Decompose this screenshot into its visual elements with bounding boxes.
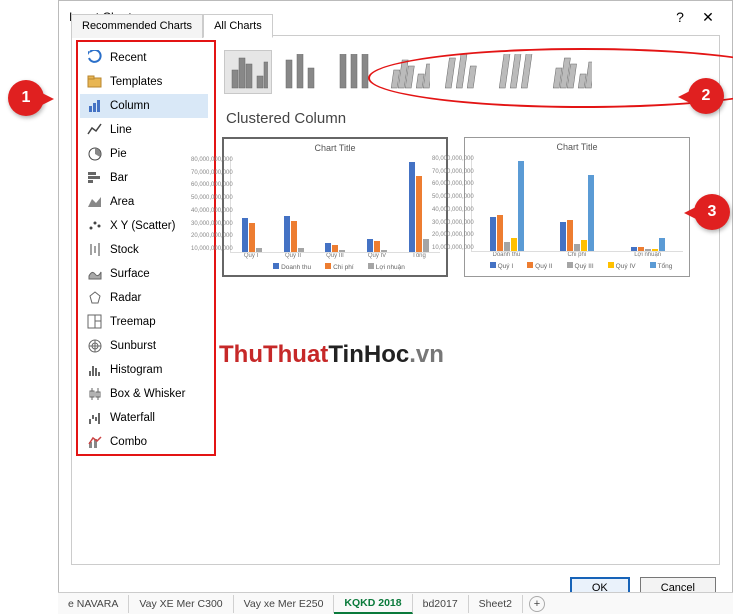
- help-button[interactable]: ?: [666, 9, 694, 25]
- insert-chart-dialog: Insert Chart ? ✕ Recommended Charts All …: [58, 0, 733, 610]
- chart-preview-1[interactable]: Chart Title 80,000,000,00070,000,000,0006…: [464, 137, 690, 277]
- annotation-callout-1: 1: [8, 80, 44, 116]
- new-sheet-button[interactable]: +: [529, 596, 545, 612]
- subtype-0[interactable]: [224, 50, 272, 94]
- category-bar[interactable]: Bar: [80, 166, 208, 190]
- waterfall-icon: [86, 409, 104, 427]
- column-icon: [86, 97, 104, 115]
- chart-category-list: Recent Templates Column Line Pie Bar Area X Y (…: [80, 46, 208, 454]
- category-sunburst[interactable]: Sunburst: [80, 334, 208, 358]
- category-recent[interactable]: Recent: [80, 46, 208, 70]
- category-label: Area: [110, 196, 134, 208]
- category-label: Box & Whisker: [110, 388, 185, 400]
- close-button[interactable]: ✕: [694, 9, 722, 26]
- subtype-1[interactable]: [278, 50, 326, 94]
- category-label: Pie: [110, 148, 127, 160]
- category-stock[interactable]: Stock: [80, 238, 208, 262]
- chart-preview-0[interactable]: Chart Title 80,000,000,00070,000,000,0006…: [222, 137, 448, 277]
- category-label: Recent: [110, 52, 146, 64]
- category-area[interactable]: Area: [80, 190, 208, 214]
- category-boxwhisker[interactable]: Box & Whisker: [80, 382, 208, 406]
- annotation-callout-3: 3: [694, 194, 730, 230]
- category-treemap[interactable]: Treemap: [80, 310, 208, 334]
- subtype-2[interactable]: [332, 50, 380, 94]
- recent-icon: [86, 49, 104, 67]
- category-label: Line: [110, 124, 132, 136]
- category-label: Column: [110, 100, 150, 112]
- xy-icon: [86, 217, 104, 235]
- preview-plot: 80,000,000,00070,000,000,00060,000,000,0…: [471, 156, 683, 252]
- category-label: Bar: [110, 172, 128, 184]
- preview-title: Chart Title: [230, 143, 440, 153]
- bar-icon: [86, 169, 104, 187]
- subtype-3[interactable]: [386, 50, 434, 94]
- histogram-icon: [86, 361, 104, 379]
- category-templates[interactable]: Templates: [80, 70, 208, 94]
- sunburst-icon: [86, 337, 104, 355]
- category-surface[interactable]: Surface: [80, 262, 208, 286]
- category-histogram[interactable]: Histogram: [80, 358, 208, 382]
- category-label: Waterfall: [110, 412, 155, 424]
- category-label: Surface: [110, 268, 150, 280]
- category-xy[interactable]: X Y (Scatter): [80, 214, 208, 238]
- preview-title: Chart Title: [471, 142, 683, 152]
- category-label: Stock: [110, 244, 139, 256]
- surface-icon: [86, 265, 104, 283]
- tab-all-charts[interactable]: All Charts: [203, 14, 273, 38]
- subtype-5[interactable]: [494, 50, 542, 94]
- subtype-4[interactable]: [440, 50, 488, 94]
- dialog-body: Recommended Charts All Charts RecentTemp…: [71, 35, 720, 565]
- subtype-6[interactable]: [548, 50, 596, 94]
- stock-icon: [86, 241, 104, 259]
- pie-icon: [86, 145, 104, 163]
- treemap-icon: [86, 313, 104, 331]
- category-label: Radar: [110, 292, 141, 304]
- sheet-tabs: e NAVARAVay XE Mer C300Vay xe Mer E250KQ…: [58, 592, 733, 614]
- category-label: Combo: [110, 436, 147, 448]
- combo-icon: [86, 433, 104, 451]
- category-label: Histogram: [110, 364, 162, 376]
- chart-subtype-strip: [222, 46, 711, 104]
- area-icon: [86, 193, 104, 211]
- annotation-callout-2: 2: [688, 78, 724, 114]
- category-line[interactable]: Line: [80, 118, 208, 142]
- category-column[interactable]: Column: [80, 94, 208, 118]
- line-icon: [86, 121, 104, 139]
- category-label: Sunburst: [110, 340, 156, 352]
- preview-plot: 80,000,000,00070,000,000,00060,000,000,0…: [230, 157, 440, 253]
- boxwhisker-icon: [86, 385, 104, 403]
- category-waterfall[interactable]: Waterfall: [80, 406, 208, 430]
- tab-recommended[interactable]: Recommended Charts: [71, 14, 203, 38]
- category-label: X Y (Scatter): [110, 220, 175, 232]
- subtype-title: Clustered Column: [226, 110, 711, 127]
- radar-icon: [86, 289, 104, 307]
- sheet-tab[interactable]: KQKD 2018: [334, 594, 412, 614]
- category-label: Templates: [110, 76, 162, 88]
- category-label: Treemap: [110, 316, 156, 328]
- category-radar[interactable]: Radar: [80, 286, 208, 310]
- category-pie[interactable]: Pie: [80, 142, 208, 166]
- category-combo[interactable]: Combo: [80, 430, 208, 454]
- templates-icon: [86, 73, 104, 91]
